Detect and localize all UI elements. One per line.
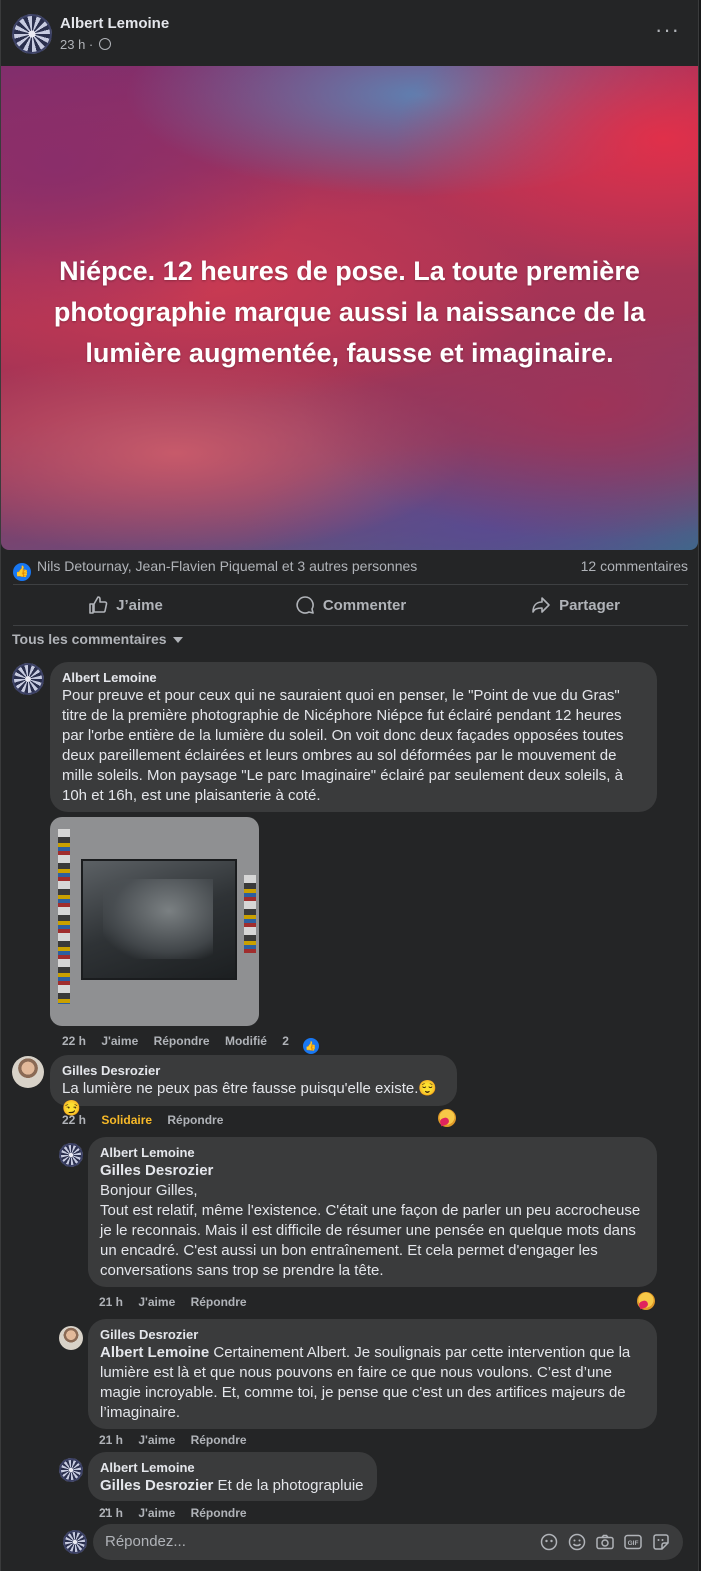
reply-bubble: Gilles Desrozier Albert Lemoine Certaine… [88,1319,657,1429]
post-author-name[interactable]: Albert Lemoine [60,15,169,32]
comment-time[interactable]: 21 h [99,1433,123,1447]
reply-placeholder: Répondez... [105,1533,186,1550]
comment-bubble: Gilles Desrozier La lumière ne peux pas … [50,1055,457,1117]
reply-input[interactable]: Répondez... GIF [93,1524,683,1560]
gif-icon[interactable]: GIF [623,1533,643,1551]
comments-count[interactable]: 12 commentaires [581,558,688,574]
comment-author[interactable]: Albert Lemoine [100,1145,645,1160]
comment-reply-button[interactable]: Répondre [154,1034,210,1048]
mention-link[interactable]: Gilles Desrozier [100,1477,213,1494]
avatar[interactable] [59,1143,83,1167]
like-button[interactable]: J’aime [13,586,238,624]
color-strip [244,875,256,953]
comment-time[interactable]: 21 h [99,1506,123,1520]
post-card: Albert Lemoine 23 h · ··· Niépce. 12 heu… [0,0,699,1571]
divider [13,584,688,585]
comment-meta: 21 h J'aime Répondre [99,1295,259,1309]
avatar[interactable] [12,1056,44,1088]
emoji-sticker-icon[interactable] [651,1533,671,1551]
share-button[interactable]: Partager [463,586,688,624]
comment-author[interactable]: Gilles Desrozier [62,1063,445,1078]
comment-author[interactable]: Albert Lemoine [62,670,645,685]
comment-reaction-button[interactable]: Solidaire [101,1113,152,1127]
like-reaction-icon: 👍 [300,1036,321,1056]
composer-toolbar: GIF [539,1533,671,1551]
like-reaction-icon: 👍 [13,563,31,581]
post-meta: 23 h · [60,37,111,52]
edited-label: Modifié [224,1034,267,1048]
divider [13,625,688,626]
avatar[interactable] [12,663,44,695]
avatar-icon [63,1530,87,1554]
care-reaction-icon[interactable] [438,1109,456,1127]
share-icon [532,597,550,613]
comment-like-button[interactable]: J'aime [138,1433,175,1447]
camera-icon[interactable] [595,1533,615,1551]
share-label: Partager [559,596,620,614]
comment-like-button[interactable]: J'aime [138,1295,175,1309]
comment-reply-button[interactable]: Répondre [191,1506,247,1520]
comment-label: Commenter [322,596,407,614]
comment-time[interactable]: 22 h [62,1113,86,1127]
post-actions: J’aime Commenter Partager [13,586,688,624]
mention-link[interactable]: Albert Lemoine [100,1344,209,1361]
comment-bubble: Albert Lemoine Pour preuve et pour ceux … [50,662,657,812]
caret-down-icon [172,637,183,643]
reply-bubble: Albert Lemoine Gilles Desrozier Bonjour … [88,1137,657,1287]
comment-time[interactable]: 22 h [62,1034,86,1048]
comment-meta: 22 h Solidaire Répondre [62,1113,235,1127]
comment-time[interactable]: 21 h [99,1295,123,1309]
comment-text: Gilles Desrozier Bonjour Gilles, Tout es… [100,1161,645,1281]
emoji-icon[interactable] [567,1533,587,1551]
avatar[interactable] [59,1458,83,1482]
comment-reply-button[interactable]: Répondre [191,1433,247,1447]
comment-meta: 22 h J'aime Répondre Modifié 2 👍 [62,1034,345,1056]
comment-photo[interactable] [50,817,259,1026]
photo-plate [81,859,237,980]
comment-button[interactable]: Commenter [238,586,463,624]
post-header: Albert Lemoine 23 h · ··· [1,0,698,64]
like-icon [89,596,108,614]
sort-label: Tous les commentaires [12,631,167,647]
post-banner[interactable]: Niépce. 12 heures de pose. La toute prem… [1,66,698,550]
comment-meta: 21 h J'aime Répondre [99,1506,259,1520]
avatar[interactable] [59,1326,83,1350]
comment-meta: 21 h J'aime Répondre [99,1433,259,1447]
reactors-text[interactable]: Nils Detournay, Jean-Flavien Piquemal et… [37,558,417,574]
more-options-button[interactable]: ··· [655,19,680,41]
comment-like-count[interactable]: 2 👍 [282,1034,333,1056]
comment-sort-dropdown[interactable]: Tous les commentaires [12,631,183,647]
comment-author[interactable]: Albert Lemoine [100,1460,365,1475]
sticker-icon[interactable] [539,1533,559,1551]
author-avatar[interactable] [12,14,52,54]
comment-icon [296,596,314,614]
reply-body: Bonjour Gilles, Tout est relatif, même l… [100,1182,641,1279]
banner-text: Niépce. 12 heures de pose. La toute prem… [53,256,646,368]
comment-reply-button[interactable]: Répondre [167,1113,223,1127]
comment-author[interactable]: Gilles Desrozier [100,1327,645,1342]
mention-link[interactable]: Gilles Desrozier [100,1162,213,1179]
comment-like-button[interactable]: J'aime [138,1506,175,1520]
like-label: J’aime [116,596,163,614]
reply-bubble: Albert Lemoine Gilles Desrozier Et de la… [88,1452,377,1514]
comment-text: Albert Lemoine Certainement Albert. Je s… [100,1343,645,1423]
comment-like-button[interactable]: J'aime [101,1034,138,1048]
color-strip [58,829,70,1004]
like-count: 2 [282,1034,289,1048]
comment-text: Pour preuve et pour ceux qui ne sauraien… [62,687,624,804]
comment-reply-button[interactable]: Répondre [191,1295,247,1309]
svg-text:GIF: GIF [628,1540,639,1547]
post-time[interactable]: 23 h · [60,37,93,52]
globe-icon [98,38,111,50]
care-reaction-icon[interactable] [637,1292,655,1310]
reactions-summary: 👍 Nils Detournay, Jean-Flavien Piquemal e… [13,558,688,581]
